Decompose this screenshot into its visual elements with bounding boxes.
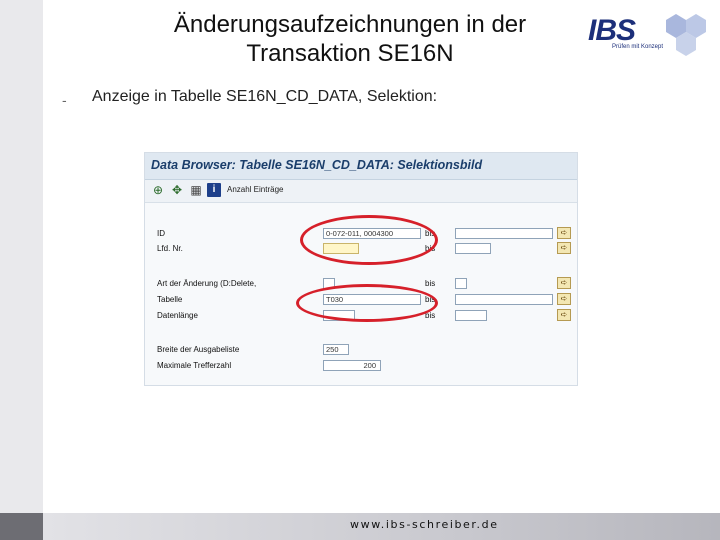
footer-url: www.ibs-schreiber.de [350,518,499,531]
save-variant-icon[interactable]: ▦ [189,183,203,197]
setting-label-breite: Breite der Ausgabeliste [157,345,240,354]
field-label-tabelle: Tabelle [157,295,183,304]
field-label-art-der-aenderung: Art der Änderung (D:Delete, [157,279,257,288]
left-side-band [0,0,43,540]
sap-window-title: Data Browser: Tabelle SE16N_CD_DATA: Sel… [151,158,483,172]
setting-label-max-treffer: Maximale Trefferzahl [157,361,232,370]
slide-title: Änderungsaufzeichnungen in der Transakti… [120,10,580,68]
maximale-trefferzahl-input[interactable]: 200 [323,360,381,371]
sap-data-browser-window: Data Browser: Tabelle SE16N_CD_DATA: Sel… [144,152,578,386]
ibs-logo: IBS Prüfen mit Konzept [588,8,710,58]
selection-options-icon[interactable]: ✥ [170,183,184,197]
slide-title-line-1: Änderungsaufzeichnungen in der [173,11,527,38]
breite-ausgabeliste-input[interactable]: 250 [323,344,349,355]
multiple-selection-button[interactable]: ➪ [557,242,571,254]
id-to-input[interactable] [455,228,553,239]
bullet-text: Anzeige in Tabelle SE16N_CD_DATA, Selekt… [92,88,438,105]
sap-toolbar: ⊕ ✥ ▦ i Anzahl Einträge [145,180,577,203]
art-aenderung-to-input[interactable] [455,278,467,289]
field-label-id: ID [157,229,165,238]
logo-tagline: Prüfen mit Konzept [612,44,664,50]
field-label-lfd-nr: Lfd. Nr. [157,244,183,253]
sap-title-bar: Data Browser: Tabelle SE16N_CD_DATA: Sel… [145,153,577,180]
info-icon[interactable]: i [207,183,221,197]
tabelle-to-input[interactable] [455,294,553,305]
multiple-selection-button[interactable]: ➪ [557,309,571,321]
execute-icon[interactable]: ⊕ [151,183,165,197]
field-label-datenlaenge: Datenlänge [157,311,198,320]
slide-title-line-2: Transaktion SE16N [246,40,454,67]
lfd-nr-to-input[interactable] [455,243,491,254]
count-entries-button[interactable]: Anzahl Einträge [227,185,283,194]
highlight-ellipse-tabelle [296,284,438,322]
multiple-selection-button[interactable]: ➪ [557,277,571,289]
multiple-selection-button[interactable]: ➪ [557,293,571,305]
multiple-selection-button[interactable]: ➪ [557,227,571,239]
datenlaenge-to-input[interactable] [455,310,487,321]
highlight-ellipse-id [300,215,438,265]
bis-label: bis [425,279,436,288]
left-footer-block [0,513,43,540]
logo-text: IBS [588,14,636,47]
bullet-marker: - [62,92,67,108]
